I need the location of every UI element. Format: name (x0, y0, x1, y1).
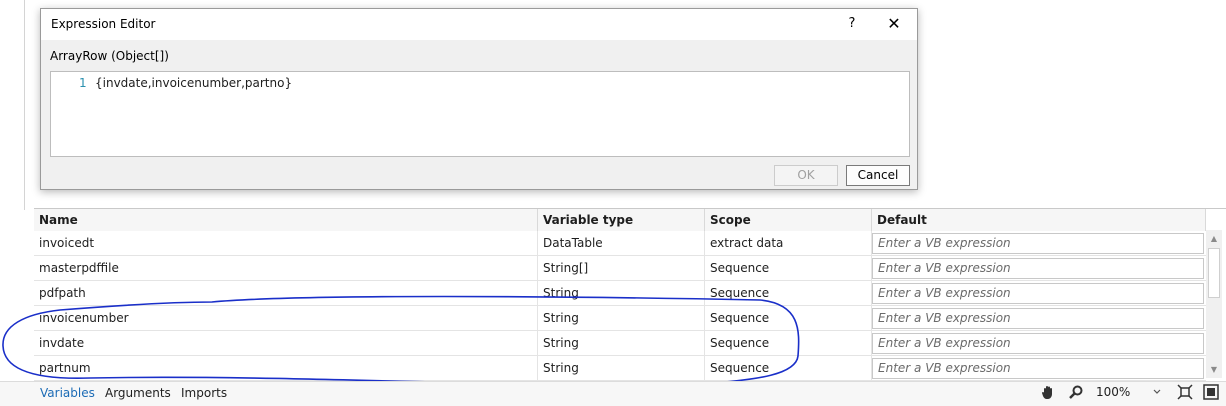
expression-editor-dialog: Expression Editor ? ✕ ArrayRow (Object[]… (40, 8, 918, 190)
close-button[interactable]: ✕ (877, 13, 911, 35)
dialog-title: Expression Editor (51, 17, 156, 31)
default-expression-input[interactable]: Enter a VB expression (872, 308, 1204, 329)
column-header-default[interactable]: Default (872, 209, 1206, 231)
tab-imports[interactable]: Imports (181, 386, 227, 400)
tab-arguments[interactable]: Arguments (105, 386, 171, 400)
default-expression-input[interactable]: Enter a VB expression (872, 258, 1204, 279)
variable-name-cell[interactable]: invoicedt (34, 231, 538, 256)
default-expression-input[interactable]: Enter a VB expression (872, 233, 1204, 254)
fit-to-screen-icon[interactable] (1177, 384, 1193, 400)
column-header-name[interactable]: Name (34, 209, 538, 231)
chevron-down-icon[interactable] (1152, 388, 1162, 396)
ok-button[interactable]: OK (774, 165, 838, 186)
variable-name-cell[interactable]: masterpdffile (34, 256, 538, 281)
panel-divider (24, 0, 25, 210)
column-header-scope[interactable]: Scope (705, 209, 872, 231)
help-button[interactable]: ? (837, 13, 867, 35)
default-expression-input[interactable]: Enter a VB expression (872, 283, 1204, 304)
table-row[interactable]: masterpdffile String[] Sequence Enter a … (34, 256, 1206, 281)
cancel-button[interactable]: Cancel (846, 165, 910, 186)
variable-type-cell[interactable]: String[] (538, 256, 705, 281)
expression-code-editor[interactable]: 1 {invdate,invoicenumber,partno} (50, 71, 910, 157)
table-row[interactable]: invoicedt DataTable extract data Enter a… (34, 231, 1206, 256)
default-expression-input[interactable]: Enter a VB expression (872, 333, 1204, 354)
dialog-titlebar: Expression Editor ? ✕ (41, 9, 917, 40)
scope-cell[interactable]: Sequence (705, 256, 872, 281)
scrollbar-thumb[interactable] (1208, 248, 1220, 298)
tab-variables[interactable]: Variables (40, 386, 95, 400)
default-expression-input[interactable]: Enter a VB expression (872, 358, 1204, 379)
scope-cell[interactable]: extract data (705, 231, 872, 256)
expression-type-label: ArrayRow (Object[]) (50, 49, 169, 63)
scroll-up-icon[interactable]: ▲ (1208, 233, 1220, 245)
magnifier-icon[interactable] (1068, 384, 1084, 400)
column-header-variable-type[interactable]: Variable type (538, 209, 705, 231)
variable-type-cell[interactable]: DataTable (538, 231, 705, 256)
zoom-level[interactable]: 100% (1096, 385, 1130, 399)
line-number: 1 (79, 76, 87, 90)
expression-text[interactable]: {invdate,invoicenumber,partno} (95, 76, 292, 90)
scroll-down-icon[interactable]: ▼ (1208, 364, 1220, 376)
hand-icon[interactable] (1040, 384, 1056, 400)
overview-icon[interactable] (1203, 384, 1219, 400)
